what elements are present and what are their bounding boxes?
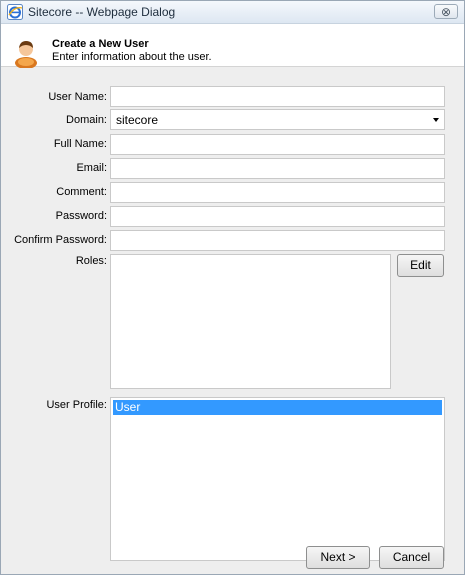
password-label: Password:: [55, 210, 107, 222]
password-input[interactable]: [110, 206, 445, 227]
user-avatar-icon: [15, 41, 37, 68]
dialog-window: Sitecore -- Webpage Dialog ⊗ Create a Ne…: [0, 0, 465, 575]
cancel-button[interactable]: Cancel: [379, 546, 444, 569]
roles-listbox[interactable]: [110, 254, 391, 389]
domain-label: Domain:: [66, 114, 107, 126]
full-name-input[interactable]: [110, 134, 445, 155]
title-bar[interactable]: Sitecore -- Webpage Dialog ⊗: [1, 1, 464, 24]
confirm-password-input[interactable]: [110, 230, 445, 251]
comment-input[interactable]: [110, 182, 445, 203]
close-icon[interactable]: ⊗: [441, 5, 451, 19]
user-profile-label: User Profile:: [46, 399, 107, 411]
email-input[interactable]: [110, 158, 445, 179]
email-label: Email:: [76, 162, 107, 174]
window-title: Sitecore -- Webpage Dialog: [28, 5, 176, 19]
dialog-title: Create a New User: [52, 38, 149, 50]
user-name-label: User Name:: [48, 91, 107, 103]
next-button[interactable]: Next >: [306, 546, 370, 569]
edit-roles-button[interactable]: Edit: [397, 254, 444, 277]
domain-selected-value: sitecore: [116, 113, 159, 127]
domain-select[interactable]: sitecore: [110, 109, 445, 130]
list-item[interactable]: User: [113, 400, 442, 415]
roles-label: Roles:: [75, 255, 107, 267]
confirm-password-label: Confirm Password:: [14, 234, 107, 246]
chevron-down-icon[interactable]: [433, 118, 439, 122]
full-name-label: Full Name:: [53, 138, 107, 150]
dialog-subtitle: Enter information about the user.: [52, 51, 212, 63]
close-button[interactable]: ⊗: [434, 4, 458, 19]
internet-explorer-icon: [7, 4, 23, 20]
dialog-header: Create a New User Enter information abou…: [1, 24, 464, 68]
user-name-input[interactable]: [110, 86, 445, 107]
user-profile-listbox[interactable]: User: [110, 397, 445, 561]
comment-label: Comment:: [56, 186, 107, 198]
